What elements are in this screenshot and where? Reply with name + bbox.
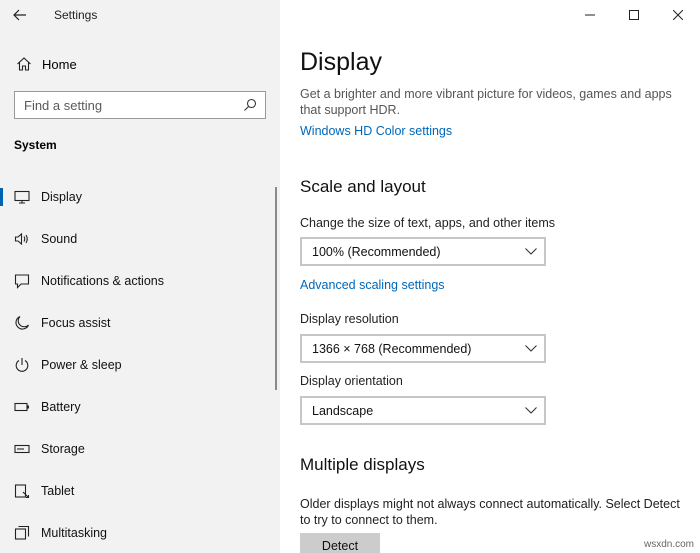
app-title: Settings [54, 8, 98, 22]
sidebar: Settings Home Find a setting System Disp… [0, 0, 280, 553]
battery-icon [13, 402, 31, 412]
scale-value: 100% (Recommended) [312, 244, 441, 259]
chevron-down-icon [518, 345, 544, 352]
sidebar-item-battery[interactable]: Battery [0, 386, 280, 428]
maximize-button[interactable] [612, 0, 656, 30]
section-title: System [14, 138, 57, 152]
advanced-scaling-link[interactable]: Advanced scaling settings [300, 278, 445, 292]
sidebar-item-sound[interactable]: Sound [0, 218, 280, 260]
page-title: Display [300, 48, 382, 76]
sidebar-item-label: Tablet [41, 484, 75, 498]
sidebar-item-label: Focus assist [41, 316, 111, 330]
home-button[interactable]: Home [0, 50, 280, 78]
detect-button[interactable]: Detect [300, 533, 380, 553]
chevron-down-icon [518, 248, 544, 255]
power-icon [13, 357, 31, 373]
sidebar-item-label: Power & sleep [41, 358, 122, 372]
multiple-displays-text: Older displays might not always connect … [300, 497, 680, 527]
sidebar-item-multitasking[interactable]: Multitasking [0, 512, 280, 553]
notification-icon [13, 273, 31, 289]
sidebar-item-label: Storage [41, 442, 85, 456]
sidebar-nav: Display Sound Notifications & actions Fo… [0, 176, 280, 553]
resolution-dropdown[interactable]: 1366 × 768 (Recommended) [300, 334, 546, 363]
multitasking-icon [13, 525, 31, 541]
search-placeholder: Find a setting [24, 97, 103, 113]
sidebar-scrollbar[interactable] [275, 187, 277, 390]
title-bar: Settings [0, 0, 280, 30]
search-icon [239, 98, 261, 112]
minimize-icon [585, 14, 595, 16]
sidebar-item-label: Display [41, 190, 82, 204]
monitor-icon [13, 190, 31, 204]
sidebar-item-focus-assist[interactable]: Focus assist [0, 302, 280, 344]
main-content: Display Get a brighter and more vibrant … [280, 0, 700, 553]
orientation-value: Landscape [312, 403, 374, 418]
sidebar-item-display[interactable]: Display [0, 176, 280, 218]
back-arrow-icon [13, 9, 26, 21]
search-input[interactable]: Find a setting [14, 91, 266, 119]
back-button[interactable] [0, 0, 40, 30]
minimize-button[interactable] [568, 0, 612, 30]
sidebar-item-label: Notifications & actions [41, 274, 164, 288]
close-button[interactable] [656, 0, 700, 30]
sidebar-item-power-sleep[interactable]: Power & sleep [0, 344, 280, 386]
active-indicator [0, 188, 3, 206]
home-icon [14, 56, 34, 72]
resolution-label: Display resolution [300, 312, 399, 326]
hdr-description: Get a brighter and more vibrant picture … [300, 87, 672, 117]
moon-icon [13, 315, 31, 331]
sidebar-item-tablet[interactable]: Tablet [0, 470, 280, 512]
sidebar-item-label: Battery [41, 400, 81, 414]
sidebar-item-notifications[interactable]: Notifications & actions [0, 260, 280, 302]
orientation-dropdown[interactable]: Landscape [300, 396, 546, 425]
speaker-icon [13, 232, 31, 246]
sidebar-item-label: Sound [41, 232, 78, 246]
resolution-value: 1366 × 768 (Recommended) [312, 341, 472, 356]
maximize-icon [629, 10, 639, 20]
close-icon [673, 10, 683, 20]
hd-color-settings-link[interactable]: Windows HD Color settings [300, 124, 452, 138]
scale-layout-heading: Scale and layout [300, 177, 426, 196]
chevron-down-icon [518, 407, 544, 414]
scale-label: Change the size of text, apps, and other… [300, 216, 556, 230]
sidebar-item-label: Multitasking [41, 526, 107, 540]
home-label: Home [42, 56, 77, 72]
scale-dropdown[interactable]: 100% (Recommended) [300, 237, 546, 266]
tablet-icon [13, 483, 31, 499]
multiple-displays-heading: Multiple displays [300, 455, 425, 474]
storage-icon [13, 444, 31, 454]
watermark: wsxdn.com [643, 539, 694, 550]
sidebar-item-storage[interactable]: Storage [0, 428, 280, 470]
orientation-label: Display orientation [300, 374, 403, 388]
window-controls [568, 0, 700, 30]
